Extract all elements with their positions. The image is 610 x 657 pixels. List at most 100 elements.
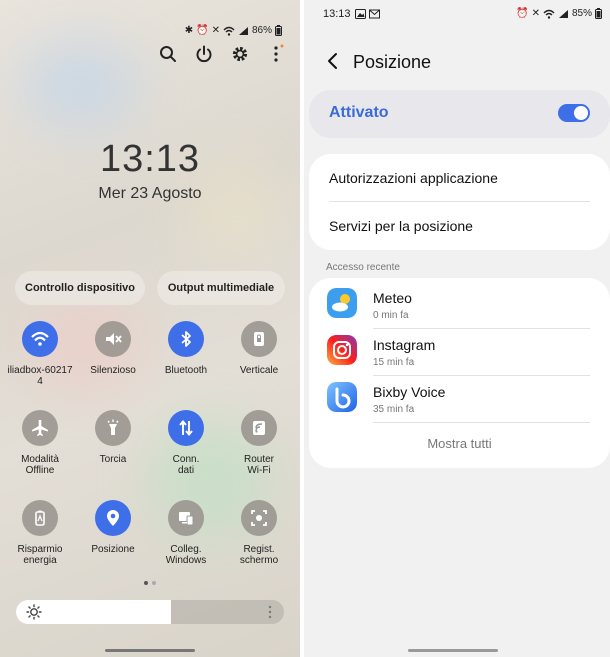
- tile-battery-saver[interactable]: Risparmio energia: [3, 500, 77, 566]
- screen-record-toggle[interactable]: [241, 500, 277, 536]
- battery-percent: 85%: [571, 8, 592, 19]
- date: Mer 23 Agosto: [98, 185, 202, 202]
- tile-mute[interactable]: Silenzioso: [76, 321, 150, 376]
- location-toggle[interactable]: [95, 500, 131, 536]
- mute-icon: [106, 333, 122, 345]
- tile-portrait-lock[interactable]: Verticale: [222, 321, 296, 376]
- tile-flashlight[interactable]: Torcia: [76, 410, 150, 465]
- bluetooth-icon: [181, 331, 191, 347]
- brightness-more-icon[interactable]: [268, 605, 272, 619]
- tile-label: Risparmio energia: [17, 544, 63, 566]
- status-bar: ✱ ⏰ ✕ 86%: [185, 25, 282, 36]
- app-permissions-item[interactable]: Autorizzazioni applicazione: [329, 170, 590, 186]
- flashlight-icon: [107, 419, 119, 435]
- tile-label: Conn. dati: [172, 454, 200, 476]
- airplane-toggle[interactable]: [22, 410, 58, 446]
- list-item[interactable]: Bixby Voice 35 min fa: [309, 376, 610, 423]
- tile-wifi[interactable]: iliadbox-60217 4: [3, 321, 77, 387]
- notification-icons: [355, 9, 380, 19]
- tile-label: Silenzioso: [90, 365, 136, 376]
- location-icon: [107, 510, 119, 526]
- hotspot-toggle[interactable]: [241, 410, 277, 446]
- tile-hotspot[interactable]: Router Wi-Fi: [222, 410, 296, 476]
- tile-label: Regist. schermo: [239, 544, 279, 566]
- page-title: Posizione: [353, 52, 432, 72]
- gallery-notification-icon: [355, 9, 366, 19]
- status-bar: ⏰ ✕ 85%: [516, 8, 602, 19]
- location-switch[interactable]: [558, 104, 590, 122]
- access-time: 0 min fa: [373, 310, 409, 321]
- tile-label: Colleg. Windows: [165, 544, 207, 566]
- flashlight-toggle[interactable]: [95, 410, 131, 446]
- location-services-item[interactable]: Servizi per la posizione: [329, 218, 590, 234]
- status-time: 13:13: [323, 8, 351, 20]
- battery-icon: [275, 25, 282, 36]
- signal-icon: [558, 9, 568, 18]
- location-toggle-row[interactable]: Attivato: [309, 90, 610, 138]
- tile-label: Posizione: [91, 544, 135, 555]
- signal-icon: [238, 26, 248, 35]
- show-all-button[interactable]: Mostra tutti: [309, 436, 610, 451]
- gear-icon[interactable]: [230, 44, 250, 64]
- tile-label: Torcia: [99, 454, 127, 465]
- tile-label: Router Wi-Fi: [243, 454, 274, 476]
- bluetooth-status-icon: ✱: [184, 25, 194, 36]
- nav-handle[interactable]: [408, 649, 498, 652]
- wifi-status-icon: [223, 26, 235, 36]
- tile-label: Bluetooth: [164, 365, 208, 376]
- access-time: 15 min fa: [373, 357, 415, 368]
- app-name: Bixby Voice: [373, 384, 446, 400]
- divider: [329, 201, 590, 202]
- link-windows-toggle[interactable]: [168, 500, 204, 536]
- app-name: Meteo: [373, 290, 412, 306]
- clock: 13:13: [99, 138, 201, 180]
- list-item[interactable]: Meteo 0 min fa: [309, 282, 610, 329]
- tile-airplane[interactable]: Modalità Offline: [3, 410, 77, 476]
- bixby-icon: [327, 382, 357, 412]
- search-icon[interactable]: [158, 44, 178, 64]
- power-icon[interactable]: [194, 44, 214, 64]
- divider: [373, 422, 590, 423]
- battery-percent: 86%: [251, 25, 272, 36]
- section-header: Accesso recente: [326, 262, 400, 273]
- tile-link-windows[interactable]: Colleg. Windows: [149, 500, 223, 566]
- alarm-icon: ⏰: [196, 25, 209, 36]
- data-arrows-toggle[interactable]: [168, 410, 204, 446]
- battery-saver-toggle[interactable]: [22, 500, 58, 536]
- tile-screen-record[interactable]: Regist. schermo: [222, 500, 296, 566]
- tile-label: Modalità Offline: [21, 454, 59, 476]
- mute-status-icon: ✕: [531, 8, 540, 19]
- tile-label: iliadbox-60217 4: [7, 365, 73, 387]
- access-time: 35 min fa: [373, 404, 415, 415]
- tile-data-arrows[interactable]: Conn. dati: [149, 410, 223, 476]
- tile-location[interactable]: Posizione: [76, 500, 150, 555]
- brightness-slider[interactable]: [16, 600, 284, 624]
- device-control-button[interactable]: Controllo dispositivo: [15, 271, 145, 305]
- quick-panel: ✱ ⏰ ✕ 86% 13:13 Mer 23 Agosto Controllo …: [0, 0, 300, 657]
- more-options-icon[interactable]: [266, 44, 286, 64]
- back-arrow-icon[interactable]: [324, 52, 342, 70]
- hotspot-icon: [253, 421, 265, 435]
- media-output-button[interactable]: Output multimediale: [157, 271, 285, 305]
- mute-status-icon: ✕: [211, 25, 220, 36]
- wallpaper-blur: [20, 40, 140, 130]
- nav-handle[interactable]: [105, 649, 195, 652]
- alarm-icon: ⏰: [516, 8, 529, 19]
- battery-saver-icon: [35, 510, 45, 526]
- brightness-icon: [26, 604, 42, 620]
- recent-access-card: Meteo 0 min fa Instagram 15 min fa Bixby…: [309, 278, 610, 468]
- toggle-label: Attivato: [329, 104, 389, 121]
- list-item[interactable]: Instagram 15 min fa: [309, 329, 610, 376]
- portrait-lock-toggle[interactable]: [241, 321, 277, 357]
- wifi-toggle[interactable]: [22, 321, 58, 357]
- portrait-lock-icon: [254, 332, 264, 346]
- data-arrows-icon: [179, 420, 193, 436]
- tile-label: Verticale: [239, 365, 279, 376]
- bluetooth-toggle[interactable]: [168, 321, 204, 357]
- mute-toggle[interactable]: [95, 321, 131, 357]
- tile-bluetooth[interactable]: Bluetooth: [149, 321, 223, 376]
- screen-record-icon: [251, 510, 267, 526]
- gmail-notification-icon: [369, 9, 380, 19]
- instagram-icon: [327, 335, 357, 365]
- link-windows-icon: [179, 512, 194, 526]
